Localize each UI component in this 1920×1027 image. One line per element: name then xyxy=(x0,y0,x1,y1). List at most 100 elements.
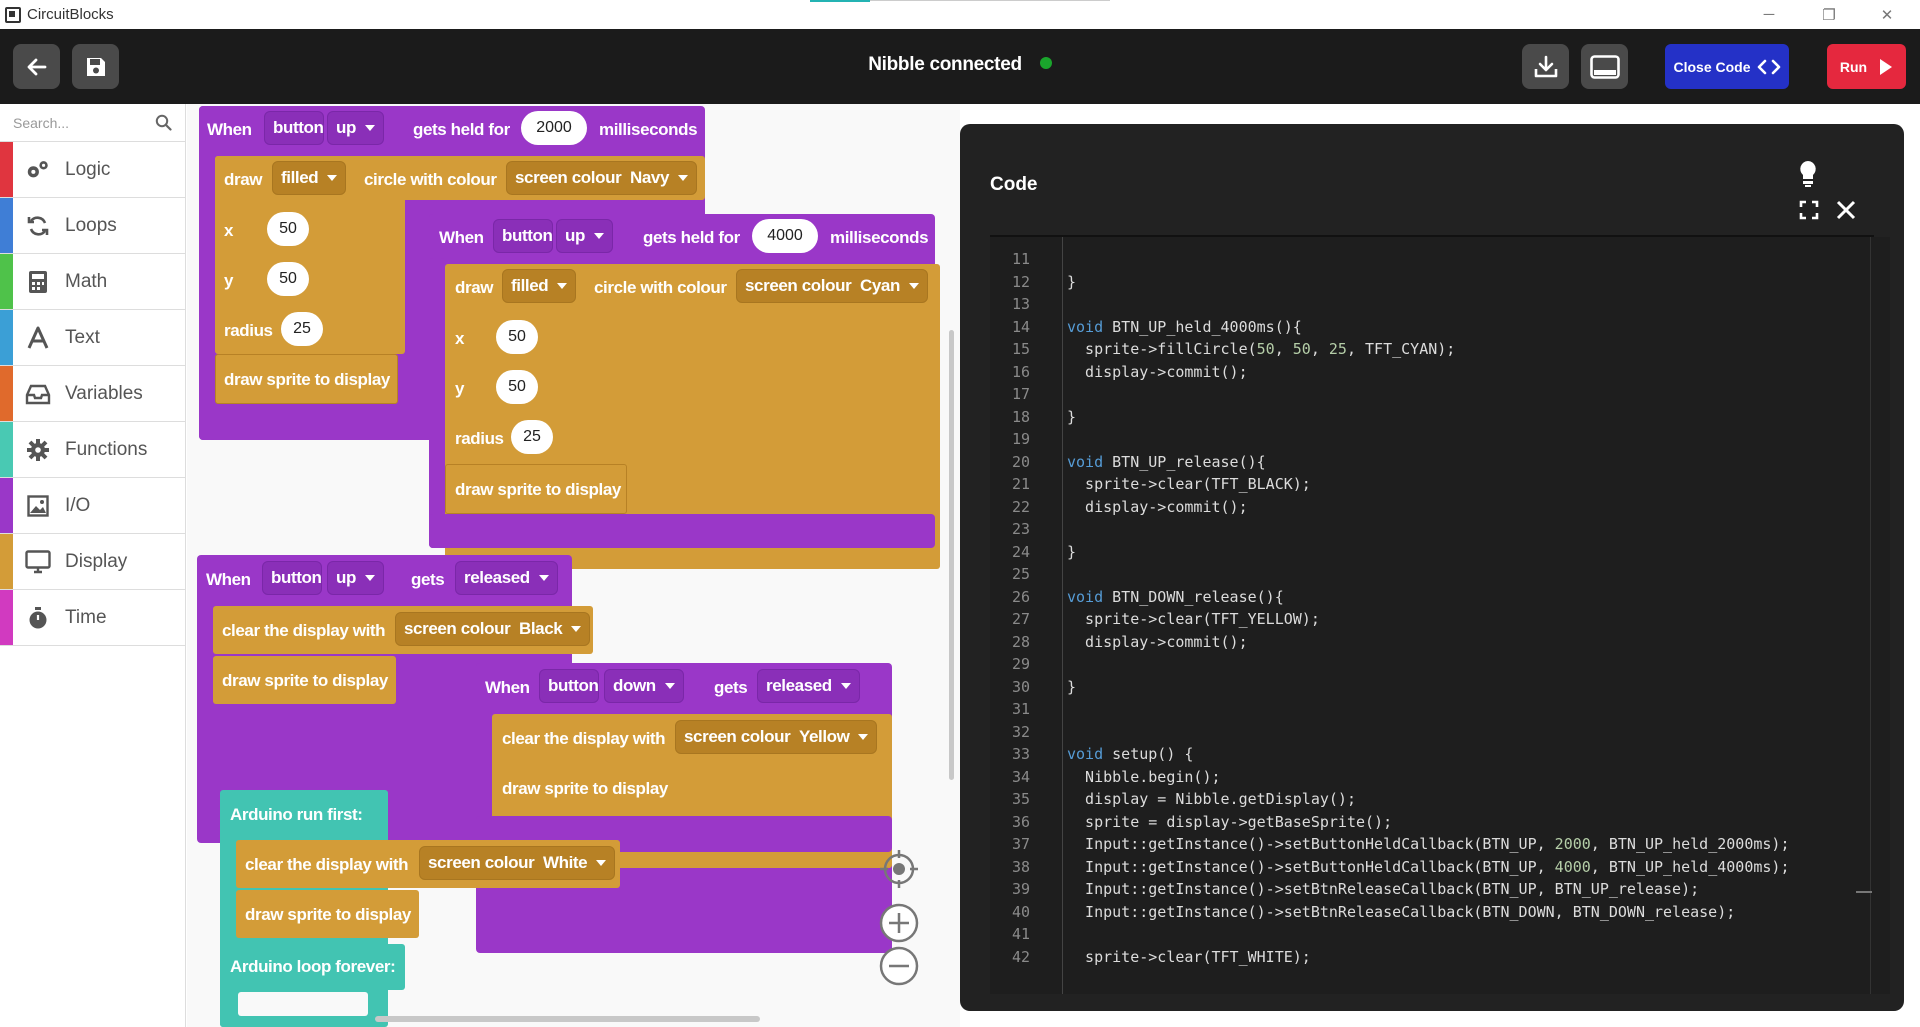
search-input[interactable] xyxy=(0,104,140,142)
block-label-when: When xyxy=(439,228,484,247)
line-number: 30 xyxy=(1011,677,1030,696)
block-label-gets: gets xyxy=(714,678,748,697)
category-label: Functions xyxy=(65,439,148,460)
category-display[interactable]: Display xyxy=(0,534,185,590)
fullscreen-icon[interactable] xyxy=(1799,200,1819,220)
category-color-bar xyxy=(0,422,13,477)
button-select-dropdown[interactable]: up xyxy=(327,111,384,145)
block-label-draw: draw xyxy=(455,278,494,297)
y-input[interactable]: 50 xyxy=(496,370,538,404)
category-variables[interactable]: Variables xyxy=(0,366,185,422)
fill-mode-dropdown[interactable]: filled xyxy=(502,269,577,303)
line-number: 23 xyxy=(1011,520,1030,538)
restore-button[interactable]: ❐ xyxy=(1806,0,1852,29)
lightbulb-icon[interactable] xyxy=(1797,159,1819,189)
category-io[interactable]: I/O xyxy=(0,478,185,534)
line-source: Nibble.begin(); xyxy=(1067,767,1221,786)
line-number: 21 xyxy=(1011,475,1030,493)
button-dropdown[interactable]: button xyxy=(539,669,600,703)
category-label: Logic xyxy=(65,159,111,180)
radius-input[interactable]: 25 xyxy=(511,420,553,454)
chevron-down-icon xyxy=(840,683,851,689)
chevron-down-icon xyxy=(571,626,582,632)
line-number: 31 xyxy=(1011,700,1030,718)
button-dropdown[interactable]: button xyxy=(262,561,323,595)
line-source: void BTN_DOWN_release(){ xyxy=(1067,587,1284,606)
colour-dropdown[interactable]: screen colour Black xyxy=(395,612,591,646)
chevron-down-icon xyxy=(908,283,919,289)
category-color-bar xyxy=(0,198,13,253)
category-time[interactable]: Time xyxy=(0,590,185,646)
category-label: I/O xyxy=(65,495,91,516)
button-select-dropdown[interactable]: up xyxy=(327,561,384,595)
chevron-down-icon xyxy=(664,683,675,689)
button-dropdown[interactable]: button xyxy=(264,111,325,145)
close-code-button[interactable]: Close Code xyxy=(1665,44,1789,89)
zoom-in-button[interactable] xyxy=(879,903,919,943)
stopwatch-icon xyxy=(25,606,51,630)
code-editor[interactable]: 11 12} 13 14 void BTN_UP_held_4000ms(){15 sp… xyxy=(990,237,1890,994)
category-color-bar xyxy=(0,366,13,421)
zoom-out-button[interactable] xyxy=(879,946,919,986)
block-label-clear-display: clear the display with xyxy=(222,621,386,640)
block-label-circle-colour: circle with colour xyxy=(364,170,497,189)
serial-monitor-button[interactable] xyxy=(1581,44,1628,89)
block-label-milliseconds: milliseconds xyxy=(830,228,929,247)
milliseconds-input[interactable]: 2000 xyxy=(521,111,587,145)
line-source: sprite = display->getBaseSprite(); xyxy=(1067,812,1393,831)
block-label-held-for: gets held for xyxy=(643,228,740,247)
close-icon[interactable] xyxy=(1836,200,1856,220)
x-input[interactable]: 50 xyxy=(267,212,309,246)
button-select-dropdown[interactable]: down xyxy=(604,669,684,703)
radius-input[interactable]: 25 xyxy=(281,312,323,346)
category-functions[interactable]: Functions xyxy=(0,422,185,478)
block-workspace[interactable]: When button up gets held for 2000 millis… xyxy=(187,104,960,1027)
block-label-when: When xyxy=(206,570,251,589)
category-label: Text xyxy=(65,327,100,348)
milliseconds-input[interactable]: 4000 xyxy=(752,219,818,253)
event-type-dropdown[interactable]: released xyxy=(455,561,558,595)
line-source: Input::getInstance()->setBtnReleaseCallb… xyxy=(1067,880,1700,898)
y-input[interactable]: 50 xyxy=(267,262,309,296)
chevron-down-icon xyxy=(327,175,338,181)
search-icon[interactable] xyxy=(155,114,172,131)
workspace-horizontal-scrollbar[interactable] xyxy=(375,1016,760,1022)
category-loops[interactable]: Loops xyxy=(0,198,185,254)
line-number: 42 xyxy=(1011,947,1030,966)
app-icon xyxy=(5,6,21,23)
block-label-arduino-run-first: Arduino run first: xyxy=(230,805,363,824)
category-text[interactable]: Text xyxy=(0,310,185,366)
crosshair-icon xyxy=(880,850,918,888)
recenter-button[interactable] xyxy=(879,849,919,889)
line-source: display = Nibble.getDisplay(); xyxy=(1067,790,1356,808)
calculator-icon xyxy=(25,270,51,294)
code-partial-line xyxy=(1073,237,1082,242)
colour-dropdown[interactable]: screen colour White xyxy=(419,846,616,880)
x-input[interactable]: 50 xyxy=(496,320,538,354)
block-label-milliseconds: milliseconds xyxy=(599,120,698,139)
download-button[interactable] xyxy=(1522,44,1569,89)
line-source: } xyxy=(1067,677,1077,696)
titlebar-accent xyxy=(810,0,870,2)
download-icon xyxy=(1534,55,1557,77)
colour-dropdown[interactable]: screen colour Cyan xyxy=(736,269,928,303)
colour-dropdown[interactable]: screen colour Navy xyxy=(506,161,697,195)
line-number: 18 xyxy=(1011,407,1030,426)
minimize-button[interactable]: ─ xyxy=(1746,0,1792,29)
block-label-draw-sprite: draw sprite to display xyxy=(245,905,411,924)
line-number: 28 xyxy=(1011,632,1030,651)
line-number: 11 xyxy=(1011,250,1030,268)
line-source: sprite->clear(TFT_WHITE); xyxy=(1067,947,1311,966)
button-dropdown[interactable]: button xyxy=(493,219,554,253)
line-source: Input::getInstance()->setButtonHeldCallb… xyxy=(1067,835,1790,853)
workspace-vertical-scrollbar[interactable] xyxy=(949,330,954,780)
play-icon xyxy=(1880,58,1893,75)
close-window-button[interactable]: ✕ xyxy=(1864,0,1910,29)
run-button[interactable]: Run xyxy=(1827,44,1906,89)
colour-dropdown[interactable]: screen colour Yellow xyxy=(675,720,878,754)
event-type-dropdown[interactable]: released xyxy=(757,669,860,703)
category-logic[interactable]: Logic xyxy=(0,142,185,198)
category-math[interactable]: Math xyxy=(0,254,185,310)
fill-mode-dropdown[interactable]: filled xyxy=(272,161,347,195)
button-select-dropdown[interactable]: up xyxy=(556,219,613,253)
